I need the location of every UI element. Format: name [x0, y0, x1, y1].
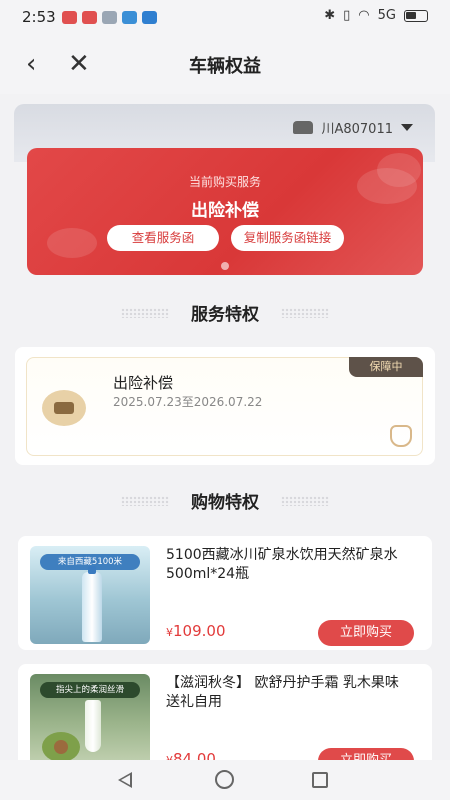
product-card[interactable]: 来自西藏5100米 5100西藏冰川矿泉水饮用天然矿泉水500ml*24瓶 ¥1… [18, 536, 432, 650]
hand-cream-image [85, 700, 101, 752]
browser-icon [142, 11, 157, 24]
service-name: 出险补偿 [191, 201, 259, 221]
car-icon [293, 121, 314, 134]
image-banner: 指尖上的柔润丝滑 [40, 682, 140, 698]
system-recents-icon[interactable] [312, 772, 328, 788]
buy-now-button[interactable]: 立即购买 [318, 620, 414, 646]
privilege-name: 出险补偿 [113, 374, 174, 392]
privilege-card[interactable]: 保障中 出险补偿 2025.07.23至2026.07.22 [26, 357, 423, 456]
notification-icons [62, 11, 157, 24]
bluetooth-icon: ✱ [324, 8, 336, 23]
wifi-icon: ◠ [358, 8, 370, 23]
cloud-decoration [47, 228, 97, 258]
app-notification-icon [82, 11, 97, 24]
section-title: 服务特权 [191, 305, 259, 325]
status-time: 2:53 [22, 8, 56, 26]
privilege-date-range: 2025.07.23至2026.07.22 [113, 395, 263, 409]
status-indicators: ✱ ▯ ◠ 5G [324, 8, 428, 23]
nav-bar: ‹ ✕ 车辆权益 [0, 36, 450, 94]
signal-label: 5G [377, 8, 396, 23]
car-shield-icon [42, 390, 86, 426]
system-nav-bar [0, 760, 450, 800]
view-service-letter-button[interactable]: 查看服务函 [107, 225, 219, 251]
page-title: 车辆权益 [189, 56, 261, 77]
dot-decoration [121, 496, 169, 506]
water-bottle-image [82, 566, 102, 642]
privilege-panel: 保障中 出险补偿 2025.07.23至2026.07.22 [15, 347, 435, 465]
product-image: 来自西藏5100米 [30, 546, 150, 644]
status-bar: 2:53 ✱ ▯ ◠ 5G [0, 0, 450, 36]
system-back-icon[interactable] [118, 772, 132, 788]
app-notification-icon [62, 11, 77, 24]
section-header-shopping: 购物特权 [0, 488, 450, 514]
chevron-down-icon [401, 124, 413, 131]
carousel-indicator [221, 262, 229, 270]
mail-icon [102, 11, 117, 24]
product-title: 5100西藏冰川矿泉水饮用天然矿泉水500ml*24瓶 [166, 547, 398, 582]
tap-hand-icon [390, 425, 412, 447]
dot-decoration [121, 308, 169, 318]
section-header-service: 服务特权 [0, 300, 450, 326]
dot-decoration [281, 496, 329, 506]
vibrate-icon: ▯ [343, 8, 351, 23]
car-plate: 川A807011 [321, 122, 393, 137]
car-plate-dropdown[interactable]: 川A807011 [293, 118, 413, 137]
system-home-icon[interactable] [215, 770, 234, 789]
service-card: 当前购买服务 出险补偿 查看服务函 复制服务函链接 [27, 148, 423, 275]
product-price: ¥109.00 [166, 622, 226, 640]
product-title: 【滋润秋冬】 欧舒丹护手霜 乳木果味 送礼自用 [166, 675, 399, 710]
dot-decoration [281, 308, 329, 318]
avocado-image [42, 732, 80, 762]
service-caption: 当前购买服务 [188, 175, 261, 189]
status-badge: 保障中 [349, 357, 423, 377]
battery-icon [404, 9, 428, 22]
product-image: 指尖上的柔润丝滑 [30, 674, 150, 772]
copy-service-link-button[interactable]: 复制服务函链接 [231, 225, 344, 251]
chat-icon [122, 11, 137, 24]
section-title: 购物特权 [191, 493, 259, 513]
